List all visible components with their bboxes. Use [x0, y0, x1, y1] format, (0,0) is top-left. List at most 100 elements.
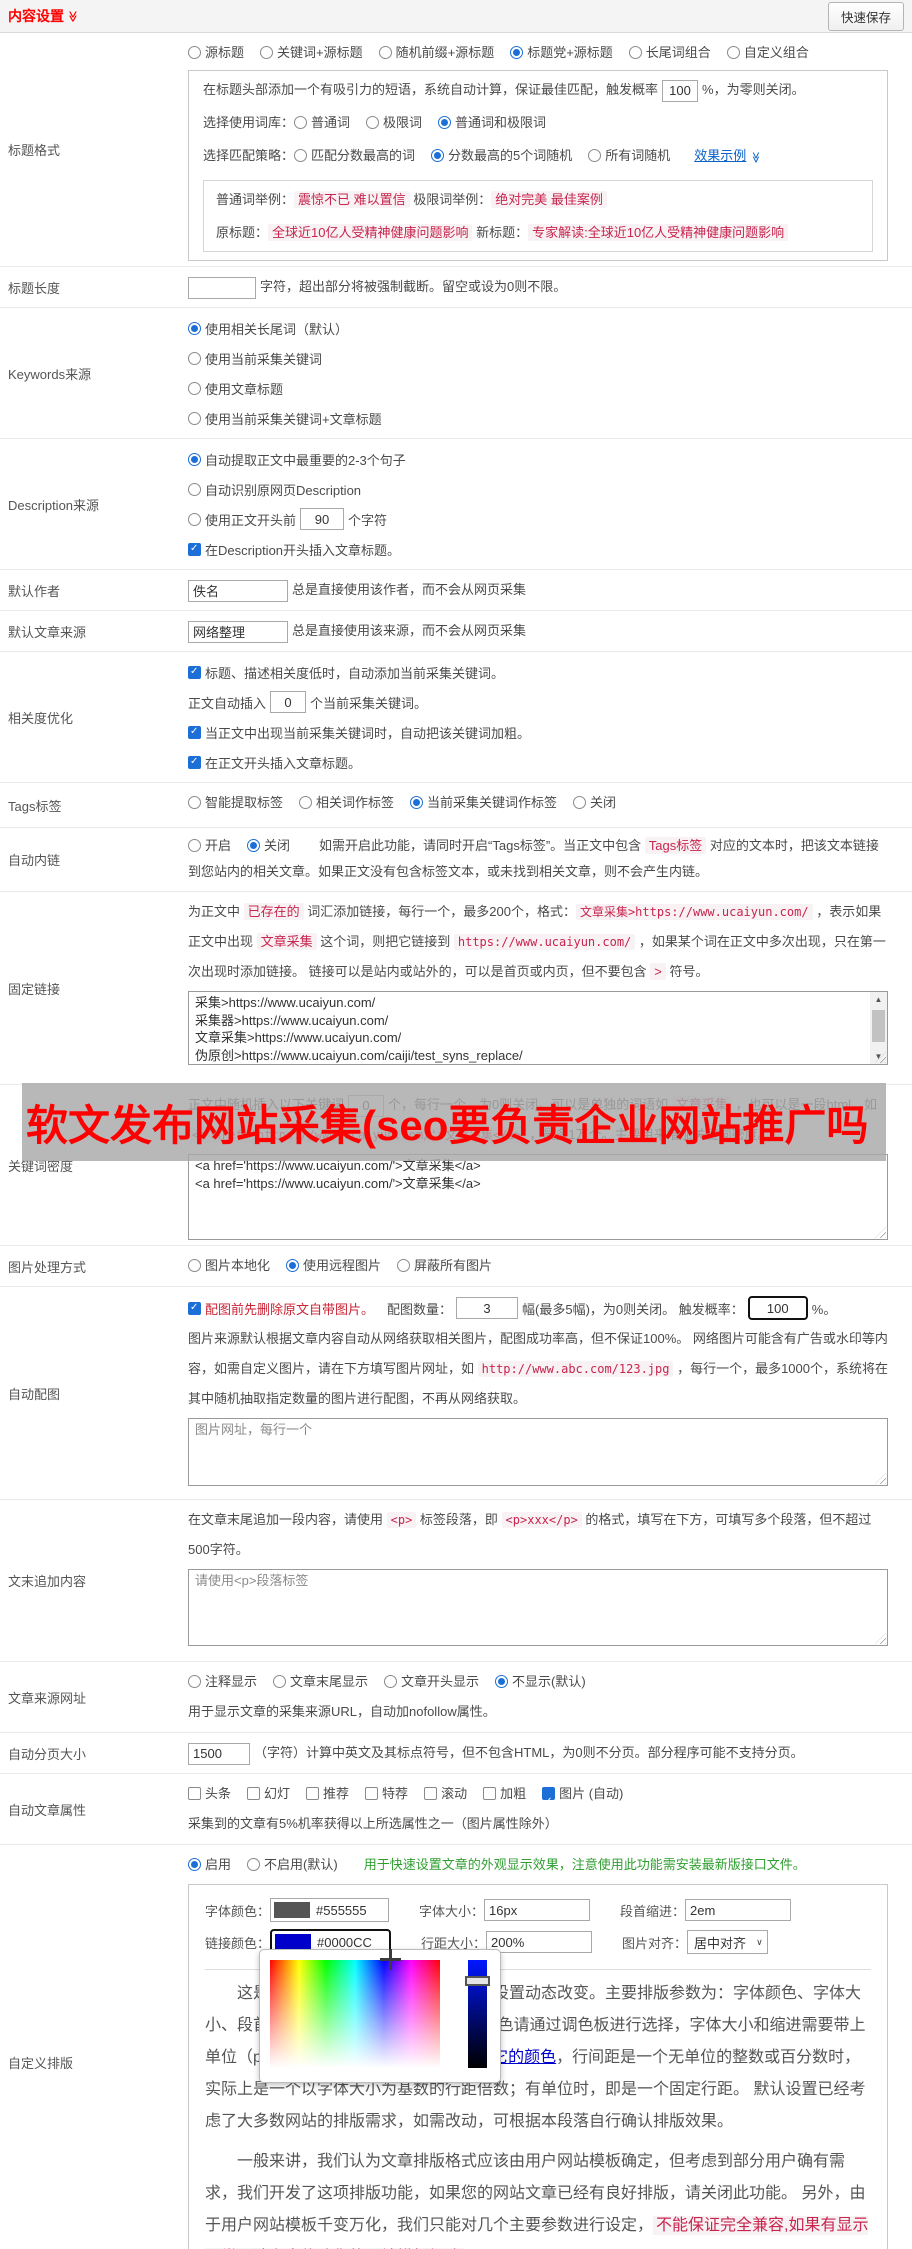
radio-icon[interactable] — [188, 482, 201, 496]
radio-option[interactable]: 普通词 — [294, 106, 350, 139]
checkbox-icon[interactable] — [542, 1787, 556, 1817]
radio-option[interactable]: 随机前缀+源标题 — [378, 38, 494, 68]
radio-icon[interactable] — [294, 116, 308, 129]
font-color-picker[interactable]: #555555 — [270, 1898, 390, 1922]
crosshair-icon[interactable] — [380, 1949, 401, 1970]
checkbox-icon[interactable] — [424, 1787, 438, 1800]
radio-option[interactable]: 源标题 — [188, 38, 244, 68]
radio-option[interactable]: 不显示(默认) — [495, 1667, 586, 1697]
radio-icon[interactable] — [188, 1858, 201, 1871]
description-option-1[interactable]: 自动提取正文中最重要的2-3个句子 — [188, 444, 888, 474]
radio-icon[interactable] — [299, 796, 313, 809]
title-length-input[interactable] — [188, 276, 256, 299]
radio-icon[interactable] — [573, 796, 587, 809]
checkbox-icon[interactable] — [365, 1787, 379, 1800]
radio-icon[interactable] — [188, 321, 201, 335]
radio-icon[interactable] — [294, 149, 308, 162]
radio-icon[interactable] — [188, 452, 201, 466]
relevance-checkbox-2[interactable]: 当正文中出现当前采集关键词时，自动把该关键词加粗。 — [188, 717, 888, 747]
radio-icon[interactable] — [286, 1259, 300, 1272]
relevance-checkbox-3[interactable]: 在正文开头插入文章标题。 — [188, 747, 888, 777]
radio-icon[interactable] — [260, 46, 274, 59]
font-color-value[interactable]: #555555 — [316, 1903, 388, 1918]
radio-icon[interactable] — [247, 1858, 261, 1871]
radio-option[interactable]: 普通词和极限词 — [438, 106, 546, 139]
radio-option[interactable]: 使用当前采集关键词+文章标题 — [188, 403, 888, 433]
radio-option[interactable]: 注释显示 — [188, 1667, 257, 1697]
image-count-input[interactable] — [456, 1297, 519, 1319]
radio-icon[interactable] — [431, 149, 445, 162]
description-insert-title-checkbox[interactable]: 在Description开头插入文章标题。 — [188, 534, 888, 564]
radio-option[interactable]: 智能提取标签 — [188, 788, 283, 818]
radio-icon[interactable] — [188, 796, 201, 809]
title-probability-input[interactable] — [662, 79, 699, 102]
radio-icon[interactable] — [495, 1675, 509, 1688]
scrollbar[interactable]: ▲ ▼ — [870, 992, 887, 1064]
checkbox-icon[interactable] — [188, 755, 201, 769]
checkbox-option[interactable]: 加粗 — [483, 1779, 526, 1809]
radio-option[interactable]: 使用相关长尾词（默认） — [188, 313, 888, 343]
append-content-textarea[interactable] — [188, 1569, 888, 1646]
checkbox-icon[interactable] — [188, 1301, 201, 1315]
checkbox-icon[interactable] — [306, 1787, 320, 1800]
quick-save-button[interactable]: 快速保存 — [827, 1, 904, 31]
radio-option[interactable]: 分数最高的5个词随机 — [431, 139, 572, 172]
checkbox-option[interactable]: 滚动 — [424, 1779, 467, 1809]
radio-icon[interactable] — [188, 381, 201, 395]
radio-option[interactable]: 文章开头显示 — [384, 1667, 479, 1697]
pagination-size-input[interactable] — [188, 1742, 250, 1765]
scrollbar-thumb[interactable] — [872, 1010, 885, 1042]
font-color-swatch[interactable] — [274, 1902, 311, 1918]
radio-icon[interactable] — [188, 839, 201, 852]
default-source-input[interactable] — [188, 620, 288, 643]
radio-option[interactable]: 开启 — [188, 833, 231, 859]
radio-icon[interactable] — [188, 411, 201, 425]
color-gradient-area[interactable] — [270, 1960, 440, 2068]
radio-option[interactable]: 极限词 — [366, 106, 422, 139]
radio-option[interactable]: 关闭 — [247, 833, 290, 859]
checkbox-option[interactable]: 特荐 — [365, 1779, 408, 1809]
radio-option[interactable]: 屏蔽所有图片 — [397, 1251, 492, 1281]
effect-demo-link[interactable]: 效果示例 ≫ — [694, 148, 761, 163]
font-size-input[interactable] — [484, 1899, 591, 1921]
radio-icon[interactable] — [397, 1259, 411, 1272]
radio-option[interactable]: 匹配分数最高的词 — [294, 139, 415, 172]
radio-icon[interactable] — [628, 46, 642, 59]
link-color-value[interactable]: #0000CC — [317, 1935, 389, 1950]
hue-slider-handle[interactable] — [465, 1976, 490, 1986]
radio-icon[interactable] — [726, 46, 740, 59]
radio-option[interactable]: 标题党+源标题 — [510, 38, 613, 68]
radio-option[interactable]: 图片本地化 — [188, 1251, 270, 1281]
insert-keywords-count-input[interactable] — [270, 691, 307, 713]
radio-icon[interactable] — [438, 116, 452, 129]
radio-icon[interactable] — [247, 839, 261, 852]
indent-input[interactable] — [685, 1899, 792, 1921]
radio-icon[interactable] — [188, 1259, 201, 1272]
radio-option[interactable]: 使用远程图片 — [286, 1251, 381, 1281]
checkbox-icon[interactable] — [188, 542, 201, 556]
checkbox-icon[interactable] — [188, 1787, 201, 1800]
radio-option[interactable]: 长尾词组合 — [628, 38, 711, 68]
radio-icon[interactable] — [510, 46, 524, 59]
fixed-links-textarea[interactable]: 采集>https://www.ucaiyun.com/ 采集器>https://… — [188, 991, 888, 1065]
link-color-swatch[interactable] — [275, 1934, 312, 1950]
radio-icon[interactable] — [188, 1675, 201, 1688]
checkbox-icon[interactable] — [247, 1787, 261, 1800]
radio-icon[interactable] — [378, 46, 392, 59]
checkbox-icon[interactable] — [483, 1787, 497, 1800]
radio-icon[interactable] — [366, 116, 380, 129]
radio-option[interactable]: 使用当前采集关键词 — [188, 343, 888, 373]
radio-icon[interactable] — [410, 796, 424, 809]
default-author-input[interactable] — [188, 579, 288, 602]
checkbox-option[interactable]: 头条 — [188, 1779, 231, 1809]
radio-option[interactable]: 相关词作标签 — [299, 788, 394, 818]
keyword-density-textarea[interactable]: <a href='https://www.ucaiyun.com/'>文章采集<… — [188, 1154, 888, 1240]
auto-image-textarea[interactable] — [188, 1418, 888, 1486]
radio-option[interactable]: 自定义组合 — [726, 38, 809, 68]
radio-icon[interactable] — [188, 351, 201, 365]
checkbox-icon[interactable] — [188, 725, 201, 739]
scroll-up-icon[interactable]: ▲ — [870, 992, 887, 1007]
radio-icon[interactable] — [588, 149, 602, 162]
radio-option[interactable]: 关闭 — [573, 788, 616, 818]
checkbox-option[interactable]: 图片 (自动) — [542, 1779, 623, 1817]
